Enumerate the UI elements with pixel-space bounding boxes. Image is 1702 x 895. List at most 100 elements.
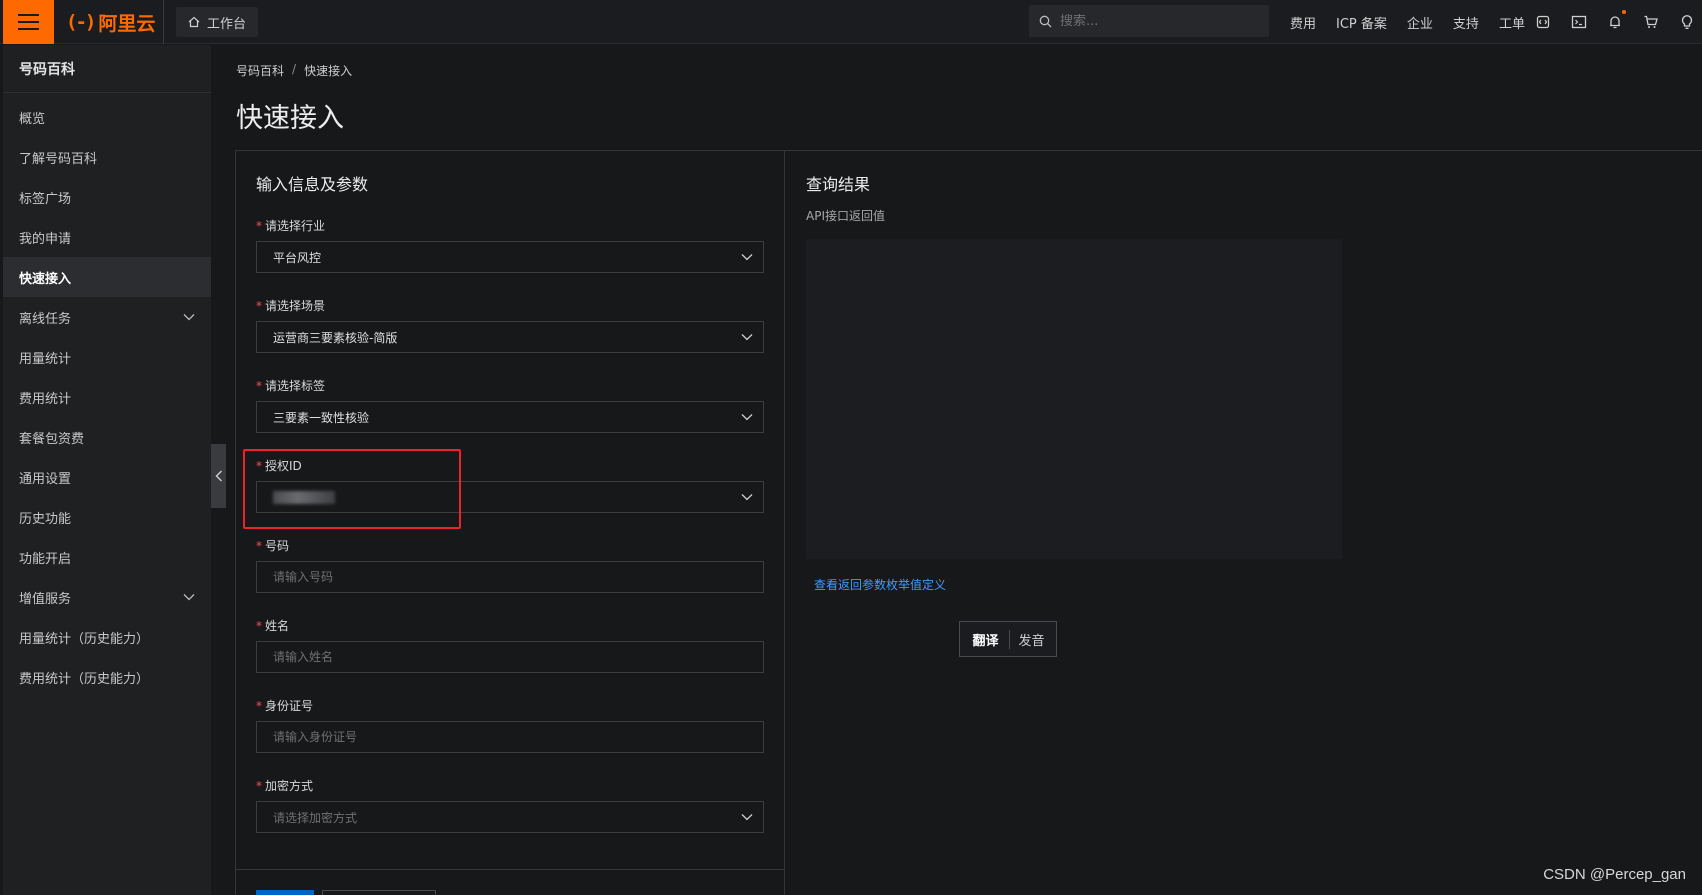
scene-select[interactable]: 运营商三要素核验-简版: [256, 321, 764, 353]
nav-link-billing[interactable]: 费用: [1290, 13, 1316, 32]
sidebar-item-package-pricing[interactable]: 套餐包资费: [3, 417, 211, 457]
phone-label: * 号码: [256, 537, 289, 554]
pronounce-button[interactable]: 发音: [1010, 630, 1054, 649]
sidebar-item-label: 功能开启: [19, 551, 72, 567]
industry-label: * 请选择行业: [256, 217, 325, 234]
required-mark: *: [256, 779, 262, 793]
sidebar-item-label: 历史功能: [19, 511, 72, 527]
form-footer-divider: [236, 869, 785, 870]
industry-select[interactable]: 平台风控: [256, 241, 764, 273]
sidebar-item-cost-stats[interactable]: 费用统计: [3, 377, 211, 417]
sidebar-item-value-added[interactable]: 增值服务: [3, 577, 211, 617]
sidebar-collapse-button[interactable]: [211, 444, 226, 508]
sidebar-item-label: 费用统计: [19, 391, 72, 407]
breadcrumb: 号码百科 / 快速接入: [236, 62, 352, 79]
chevron-down-icon: [741, 334, 753, 341]
cart-icon[interactable]: [1642, 13, 1660, 31]
sidebar-item-label: 快速接入: [19, 271, 72, 287]
nav-link-ticket[interactable]: 工单: [1499, 13, 1525, 32]
sidebar-item-label: 用量统计（历史能力）: [19, 631, 150, 647]
phone-label-text: 号码: [265, 539, 290, 553]
nav-link-support[interactable]: 支持: [1453, 13, 1479, 32]
required-mark: *: [256, 219, 262, 233]
sidebar-item-legacy-features[interactable]: 历史功能: [3, 497, 211, 537]
menu-line: [18, 28, 39, 30]
submit-button[interactable]: [256, 890, 314, 895]
required-mark: *: [256, 699, 262, 713]
sidebar-item-about[interactable]: 了解号码百科: [3, 137, 211, 177]
nav-link-icp[interactable]: ICP 备案: [1336, 13, 1387, 32]
sidebar-item-label: 增值服务: [19, 591, 72, 607]
sidebar-item-label: 了解号码百科: [19, 151, 98, 167]
translate-popup: 翻译 发音: [959, 621, 1057, 657]
aliyun-logo[interactable]: (-) 阿里云: [66, 9, 155, 35]
hamburger-menu-button[interactable]: [3, 0, 54, 44]
tag-label-text: 请选择标签: [265, 379, 326, 393]
sidebar-item-usage-stats-legacy[interactable]: 用量统计（历史能力）: [3, 617, 211, 657]
industry-label-text: 请选择行业: [265, 219, 326, 233]
name-label-text: 姓名: [265, 619, 290, 633]
scene-select-value: 运营商三要素核验-简版: [273, 330, 398, 345]
phone-field[interactable]: [256, 561, 764, 593]
result-subtitle: API接口返回值: [806, 209, 885, 223]
workbench-button[interactable]: 工作台: [176, 7, 259, 37]
lightbulb-icon[interactable]: [1678, 13, 1696, 31]
sidebar-item-usage-stats[interactable]: 用量统计: [3, 337, 211, 377]
sidebar-item-label: 概览: [19, 111, 46, 127]
required-mark: *: [256, 379, 262, 393]
notification-dot: [1622, 10, 1626, 14]
encryption-select[interactable]: 请选择加密方式: [256, 801, 764, 833]
quick-access-card: 输入信息及参数 * 请选择行业 平台风控 * 请选择场景 运营商三要素核验-简版 *…: [235, 150, 1702, 895]
sidebar-item-label: 通用设置: [19, 471, 72, 487]
sidebar-item-cost-stats-legacy[interactable]: 费用统计（历史能力）: [3, 657, 211, 697]
search-input[interactable]: [1060, 13, 1250, 29]
search-icon: [1039, 15, 1052, 27]
sidebar-item-my-applications[interactable]: 我的申请: [3, 217, 211, 257]
required-mark: *: [256, 619, 262, 633]
industry-select-value: 平台风控: [273, 250, 322, 265]
required-mark: *: [256, 299, 262, 313]
tag-select[interactable]: 三要素一致性核验: [256, 401, 764, 433]
sidebar-item-label: 离线任务: [19, 311, 72, 327]
sidebar-item-general-settings[interactable]: 通用设置: [3, 457, 211, 497]
required-mark: *: [256, 539, 262, 553]
nav-link-enterprise[interactable]: 企业: [1407, 13, 1433, 32]
input-panel-title: 输入信息及参数: [256, 175, 369, 194]
chevron-down-icon: [183, 314, 195, 321]
secondary-button[interactable]: [322, 890, 436, 895]
name-field[interactable]: [256, 641, 764, 673]
sidebar-item-overview[interactable]: 概览: [3, 97, 211, 137]
result-panel-title: 查询结果: [806, 175, 871, 194]
id-card-input[interactable]: [273, 730, 753, 744]
sidebar-item-label: 费用统计（历史能力）: [19, 671, 150, 687]
chevron-left-icon: [215, 470, 222, 482]
chevron-down-icon: [183, 594, 195, 601]
logo-text: 阿里云: [98, 12, 156, 35]
chevron-down-icon: [741, 494, 753, 501]
translate-button[interactable]: 翻译: [962, 629, 1010, 649]
phone-input[interactable]: [273, 570, 753, 584]
enum-definition-link[interactable]: 查看返回参数枚举值定义: [814, 576, 946, 593]
tag-label: * 请选择标签: [256, 377, 325, 394]
sidebar-item-feature-enable[interactable]: 功能开启: [3, 537, 211, 577]
encryption-label: * 加密方式: [256, 777, 313, 794]
breadcrumb-root-link[interactable]: 号码百科: [236, 62, 284, 79]
sidebar: 号码百科 概览 了解号码百科 标签广场 我的申请 快速接入 离线任务 用量统计 …: [3, 45, 211, 895]
name-input[interactable]: [273, 650, 753, 664]
home-icon: [188, 16, 200, 28]
chevron-down-icon: [741, 814, 753, 821]
code-icon[interactable]: [1534, 13, 1552, 31]
api-response-box[interactable]: [806, 239, 1342, 559]
sidebar-item-offline-tasks[interactable]: 离线任务: [3, 297, 211, 337]
highlight-annotation-box: [243, 449, 461, 529]
bell-icon[interactable]: [1606, 10, 1626, 31]
top-nav-links: 费用 ICP 备案 企业 支持 工单: [1290, 0, 1525, 44]
sidebar-item-label: 用量统计: [19, 351, 72, 367]
sidebar-item-quick-access[interactable]: 快速接入: [3, 257, 211, 297]
search-box[interactable]: [1029, 5, 1269, 37]
top-navigation-bar: (-) 阿里云 工作台 费用 ICP 备案 企业 支持 工单: [0, 0, 1702, 44]
terminal-icon[interactable]: [1570, 13, 1588, 31]
id-card-field[interactable]: [256, 721, 764, 753]
id-card-label-text: 身份证号: [265, 699, 314, 713]
sidebar-item-tag-square[interactable]: 标签广场: [3, 177, 211, 217]
